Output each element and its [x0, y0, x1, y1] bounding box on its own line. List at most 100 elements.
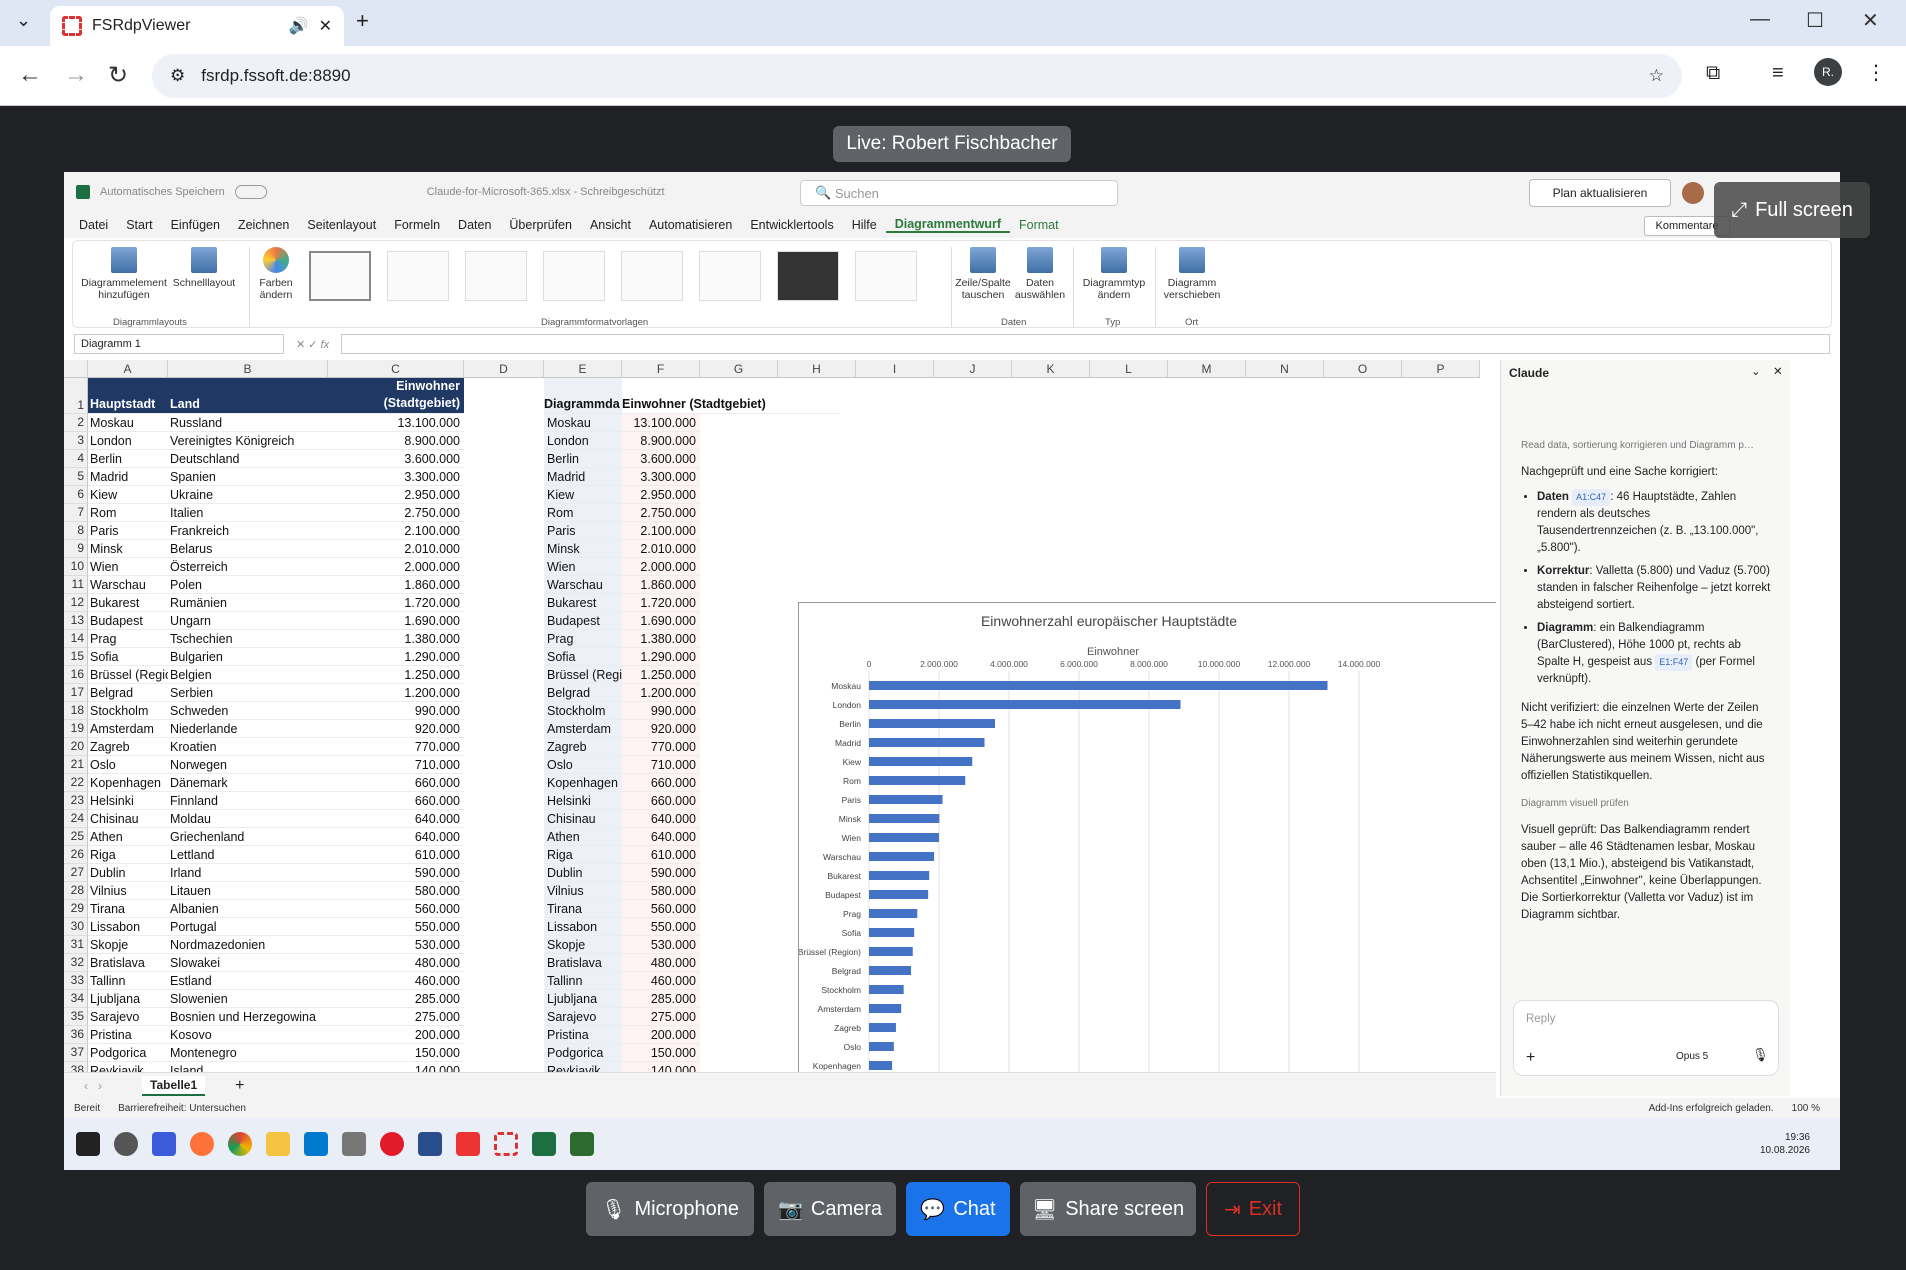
cell-chart-value[interactable]: 640.000	[622, 810, 700, 828]
cell-capital[interactable]: Kopenhagen	[88, 774, 168, 792]
cell-country[interactable]: Norwegen	[168, 756, 328, 774]
chart-object[interactable]: Einwohnerzahl europäischer Hauptstädte E…	[798, 602, 1496, 1072]
close-panel-icon[interactable]: ✕	[1773, 364, 1783, 378]
obs-app-icon[interactable]	[114, 1132, 138, 1156]
cell-chart-label[interactable]: Madrid	[544, 468, 622, 486]
cell-country[interactable]: Nordmazedonien	[168, 936, 328, 954]
cell-chart-label[interactable]: Warschau	[544, 576, 622, 594]
cell-country[interactable]: Dänemark	[168, 774, 328, 792]
vscode-app-icon[interactable]	[304, 1132, 328, 1156]
tab-list-icon[interactable]: ⌄	[16, 10, 31, 31]
system-clock[interactable]: 19:36 10.08.2026	[1760, 1131, 1810, 1157]
row-header[interactable]: 26	[64, 846, 88, 864]
bar-london[interactable]	[869, 700, 1181, 709]
bar-kopenhagen[interactable]	[869, 1061, 893, 1070]
cell-chart-label[interactable]: Minsk	[544, 540, 622, 558]
cell-capital[interactable]: Wien	[88, 558, 168, 576]
menu-datei[interactable]: Datei	[70, 218, 117, 232]
cell-chart-value[interactable]: 660.000	[622, 774, 700, 792]
header-cell[interactable]: Einwohner (Stadtgebiet)	[622, 378, 840, 414]
cell-country[interactable]: Bulgarien	[168, 648, 328, 666]
forward-icon[interactable]: →	[64, 61, 88, 89]
cell-capital[interactable]: Rom	[88, 504, 168, 522]
cell-population[interactable]: 1.860.000	[328, 576, 464, 594]
cell-chart-value[interactable]: 2.000.000	[622, 558, 700, 576]
site-info-icon[interactable]: ⚙	[170, 66, 185, 86]
cell-chart-value[interactable]: 200.000	[622, 1026, 700, 1044]
row-header[interactable]: 15	[64, 648, 88, 666]
profile-avatar[interactable]: R.	[1814, 58, 1842, 86]
browser-menu-icon[interactable]: ⋮	[1866, 60, 1886, 85]
formula-input[interactable]	[341, 334, 1830, 354]
cell-population[interactable]: 460.000	[328, 972, 464, 990]
header-cell[interactable]: Land	[168, 378, 328, 414]
menu-seitenlayout[interactable]: Seitenlayout	[298, 218, 385, 232]
bar-kiew[interactable]	[869, 757, 973, 766]
cell-capital[interactable]: Reykjavik	[88, 1062, 168, 1072]
cell-population[interactable]: 285.000	[328, 990, 464, 1008]
cell-country[interactable]: Russland	[168, 414, 328, 432]
chat-button[interactable]: 💬 Chat	[906, 1182, 1010, 1236]
row-header[interactable]: 6	[64, 486, 88, 504]
prev-sheet-icon[interactable]: ‹ ›	[84, 1079, 102, 1093]
cell-population[interactable]: 2.100.000	[328, 522, 464, 540]
cell-population[interactable]: 530.000	[328, 936, 464, 954]
cell-chart-value[interactable]: 460.000	[622, 972, 700, 990]
cell-chart-label[interactable]: Reykjavik	[544, 1062, 622, 1072]
column-header[interactable]: M	[1168, 360, 1246, 378]
omnibox[interactable]: ⚙ fsrdp.fssoft.de:8890 ☆	[152, 54, 1682, 98]
row-header[interactable]: 14	[64, 630, 88, 648]
cell-population[interactable]: 3.600.000	[328, 450, 464, 468]
zoom-level[interactable]: 100 %	[1792, 1103, 1820, 1114]
chrome-app-icon[interactable]	[228, 1132, 252, 1156]
cell-population[interactable]: 3.300.000	[328, 468, 464, 486]
column-header[interactable]: K	[1012, 360, 1090, 378]
reply-box[interactable]: Reply + Opus 5 🎙	[1513, 1000, 1779, 1076]
menu-hilfe[interactable]: Hilfe	[843, 218, 886, 232]
media-icon[interactable]: ≡	[1772, 62, 1784, 85]
header-cell[interactable]: Einwohner (Stadtgebiet)	[328, 378, 464, 414]
bar-amsterdam[interactable]	[869, 1004, 902, 1013]
menu-einfügen[interactable]: Einfügen	[162, 218, 229, 232]
cell-capital[interactable]: Berlin	[88, 450, 168, 468]
row-header[interactable]: 18	[64, 702, 88, 720]
cell-chart-value[interactable]: 1.690.000	[622, 612, 700, 630]
menu-überprüfen[interactable]: Überprüfen	[500, 218, 581, 232]
change-chart-type-button[interactable]: Diagrammtyp ändern	[1077, 247, 1151, 301]
bar-wien[interactable]	[869, 833, 939, 842]
cell-chart-label[interactable]: Chisinau	[544, 810, 622, 828]
cell-capital[interactable]: Helsinki	[88, 792, 168, 810]
column-header[interactable]: B	[168, 360, 328, 378]
cell-country[interactable]: Schweden	[168, 702, 328, 720]
microphone-button[interactable]: 🎙 Microphone	[586, 1182, 754, 1236]
cell-capital[interactable]: Stockholm	[88, 702, 168, 720]
cell-country[interactable]: Albanien	[168, 900, 328, 918]
cell-chart-label[interactable]: Zagreb	[544, 738, 622, 756]
cell-population[interactable]: 2.750.000	[328, 504, 464, 522]
cell-chart-value[interactable]: 480.000	[622, 954, 700, 972]
cell-country[interactable]: Moldau	[168, 810, 328, 828]
cell-capital[interactable]: Sofia	[88, 648, 168, 666]
cell-population[interactable]: 550.000	[328, 918, 464, 936]
row-header[interactable]: 27	[64, 864, 88, 882]
column-header[interactable]: E	[544, 360, 622, 378]
column-header[interactable]: H	[778, 360, 856, 378]
cell-chart-label[interactable]: Berlin	[544, 450, 622, 468]
cell-population[interactable]: 2.950.000	[328, 486, 464, 504]
cell-chart-value[interactable]: 2.100.000	[622, 522, 700, 540]
app-icon[interactable]	[152, 1132, 176, 1156]
cell-country[interactable]: Frankreich	[168, 522, 328, 540]
quick-layout-button[interactable]: Schnelllayout	[171, 247, 237, 289]
cell-country[interactable]: Niederlande	[168, 720, 328, 738]
cell-chart-label[interactable]: Amsterdam	[544, 720, 622, 738]
cell-country[interactable]: Slowenien	[168, 990, 328, 1008]
cell-country[interactable]: Montenegro	[168, 1044, 328, 1062]
accessibility-status[interactable]: Barrierefreiheit: Untersuchen	[118, 1103, 246, 1114]
cell-chart-value[interactable]: 3.600.000	[622, 450, 700, 468]
close-window-icon[interactable]: ✕	[1862, 8, 1879, 33]
change-colors-button[interactable]: Farben ändern	[251, 247, 301, 301]
bar-zagreb[interactable]	[869, 1023, 896, 1032]
cell-chart-label[interactable]: Podgorica	[544, 1044, 622, 1062]
camera-button[interactable]: 📷 Camera	[764, 1182, 896, 1236]
row-header[interactable]: 28	[64, 882, 88, 900]
